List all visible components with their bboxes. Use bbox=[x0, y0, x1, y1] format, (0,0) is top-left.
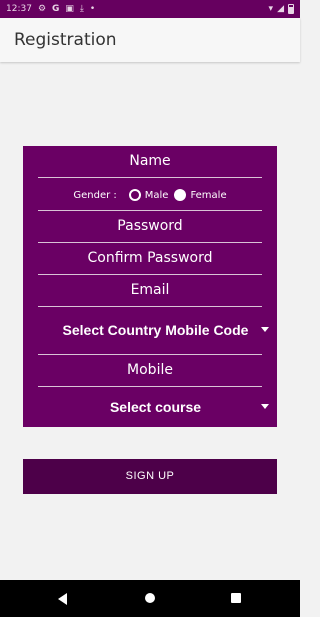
status-left: 12:37 ⚙ G ▣ ⤓ • bbox=[6, 0, 95, 18]
confirm-password-input[interactable]: Confirm Password bbox=[38, 250, 262, 266]
email-underline bbox=[38, 306, 262, 307]
gender-label: Gender : bbox=[73, 189, 117, 201]
dot-icon: • bbox=[89, 4, 96, 14]
password-input[interactable]: Password bbox=[38, 218, 262, 234]
home-icon[interactable] bbox=[145, 593, 155, 603]
registration-form: Name Gender : Male Female Password Confi… bbox=[23, 146, 277, 427]
battery-icon bbox=[288, 4, 294, 14]
mobile-input[interactable]: Mobile bbox=[38, 362, 262, 378]
male-radio[interactable] bbox=[128, 189, 141, 201]
password-underline bbox=[38, 242, 262, 243]
google-icon: G bbox=[52, 4, 60, 14]
status-right: ▾ ◢ bbox=[269, 0, 294, 18]
dropdown-arrow-icon bbox=[261, 327, 269, 332]
dropdown-arrow-icon bbox=[261, 404, 269, 409]
app-bar: Registration bbox=[0, 18, 300, 62]
male-label: Male bbox=[144, 189, 169, 201]
mobile-underline bbox=[38, 386, 262, 387]
page-title: Registration bbox=[14, 30, 117, 50]
status-bar: 12:37 ⚙ G ▣ ⤓ • ▾ ◢ bbox=[0, 0, 300, 18]
name-underline bbox=[38, 177, 262, 178]
gear-icon: ⚙ bbox=[37, 4, 47, 14]
gender-row: Gender : Male Female bbox=[23, 184, 277, 206]
wifi-icon: ▾ bbox=[268, 4, 274, 14]
navigation-bar bbox=[0, 580, 300, 617]
name-input[interactable]: Name bbox=[38, 153, 262, 169]
download-icon: ⤓ bbox=[79, 4, 84, 14]
email-input[interactable]: Email bbox=[38, 282, 262, 298]
course-select[interactable]: Select course bbox=[38, 399, 273, 415]
country-code-label: Select Country Mobile Code bbox=[62, 322, 249, 338]
gender-underline bbox=[38, 210, 262, 211]
female-radio[interactable] bbox=[174, 189, 187, 201]
status-time: 12:37 bbox=[6, 4, 32, 14]
signal-icon: ◢ bbox=[277, 4, 284, 14]
course-label: Select course bbox=[109, 399, 202, 415]
confirm-password-underline bbox=[38, 274, 262, 275]
back-icon[interactable] bbox=[58, 593, 67, 605]
signup-button[interactable]: SIGN UP bbox=[23, 459, 277, 494]
country-code-select[interactable]: Select Country Mobile Code bbox=[38, 322, 273, 338]
country-code-underline bbox=[38, 354, 262, 355]
female-label: Female bbox=[190, 189, 227, 201]
image-icon: ▣ bbox=[65, 4, 74, 14]
recent-apps-icon[interactable] bbox=[231, 593, 241, 603]
